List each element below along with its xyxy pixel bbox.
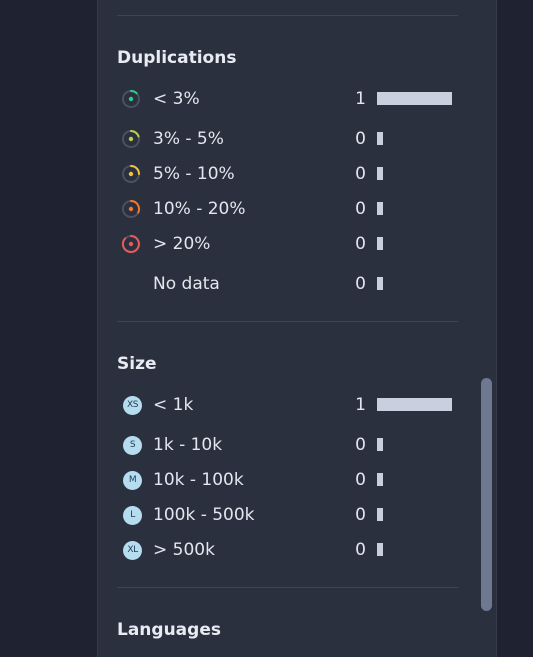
section-divider [117, 15, 458, 16]
duplication-filter-bar [377, 277, 383, 290]
size-xs-badge-icon: XS [123, 396, 142, 415]
size-filter-row-m[interactable]: M 10k - 100k 0 [117, 467, 458, 493]
duplication-filter-row-a[interactable]: < 3% 1 [117, 86, 458, 112]
size-filter-label: 1k - 10k [153, 435, 223, 455]
duplication-level-b-icon [122, 130, 140, 148]
size-filter-bar [377, 508, 383, 521]
size-m-badge-icon: M [123, 471, 142, 490]
size-filter-count: 0 [355, 435, 366, 455]
duplication-filter-bar [377, 132, 383, 145]
duplication-level-a-icon [122, 89, 140, 108]
duplication-filter-label: 5% - 10% [153, 164, 235, 184]
size-xl-badge-icon: XL [123, 541, 142, 560]
duplication-filter-count: 0 [355, 234, 366, 254]
duplication-filter-bar [377, 167, 383, 180]
size-s-badge-icon: S [123, 436, 142, 455]
duplication-level-d-icon [122, 200, 140, 218]
size-l-badge-icon: L [123, 506, 142, 525]
size-filter-bar [377, 473, 383, 486]
size-filter-label: 10k - 100k [153, 470, 244, 490]
vertical-scrollbar[interactable] [481, 378, 492, 611]
duplication-filter-count: 0 [355, 199, 366, 219]
section-divider [117, 321, 458, 322]
duplication-filter-label: No data [153, 274, 220, 294]
size-filter-row-l[interactable]: L 100k - 500k 0 [117, 502, 458, 528]
duplications-title: Duplications [117, 48, 237, 68]
duplication-filter-bar [377, 202, 383, 215]
page: Duplications < 3% 1 3% - 5% 0 5% - 10% 0… [0, 0, 533, 657]
duplication-filter-label: < 3% [153, 89, 200, 109]
duplication-filter-row-d[interactable]: 10% - 20% 0 [117, 196, 458, 222]
size-filter-label: 100k - 500k [153, 505, 255, 525]
size-filter-count: 0 [355, 470, 366, 490]
duplication-filter-label: 10% - 20% [153, 199, 246, 219]
duplication-filter-row-no-data[interactable]: No data 0 [117, 271, 458, 297]
size-filter-label: > 500k [153, 540, 215, 560]
section-divider [117, 587, 458, 588]
filters-sidebar: Duplications < 3% 1 3% - 5% 0 5% - 10% 0… [97, 0, 497, 657]
duplication-filter-count: 0 [355, 129, 366, 149]
size-filter-bar [377, 543, 383, 556]
duplication-filter-row-c[interactable]: 5% - 10% 0 [117, 161, 458, 187]
duplication-filter-row-b[interactable]: 3% - 5% 0 [117, 126, 458, 152]
size-filter-row-xl[interactable]: XL > 500k 0 [117, 537, 458, 563]
size-filter-count: 0 [355, 540, 366, 560]
duplication-filter-label: > 20% [153, 234, 211, 254]
size-filter-row-xs[interactable]: XS < 1k 1 [117, 392, 458, 418]
duplication-filter-bar [377, 237, 383, 250]
duplication-level-e-icon [121, 235, 140, 253]
duplication-level-c-icon [122, 165, 140, 183]
duplication-filter-count: 0 [355, 274, 366, 294]
duplication-filter-count: 0 [355, 164, 366, 184]
size-filter-row-s[interactable]: S 1k - 10k 0 [117, 432, 458, 458]
size-title: Size [117, 354, 157, 374]
size-filter-label: < 1k [153, 395, 194, 415]
size-filter-count: 1 [355, 395, 366, 415]
duplication-filter-bar [377, 92, 452, 105]
size-filter-bar [377, 438, 383, 451]
duplication-filter-count: 1 [355, 89, 366, 109]
duplication-filter-row-e[interactable]: > 20% 0 [117, 231, 458, 257]
size-filter-count: 0 [355, 505, 366, 525]
languages-title: Languages [117, 620, 221, 640]
size-filter-bar [377, 398, 452, 411]
duplication-filter-label: 3% - 5% [153, 129, 224, 149]
